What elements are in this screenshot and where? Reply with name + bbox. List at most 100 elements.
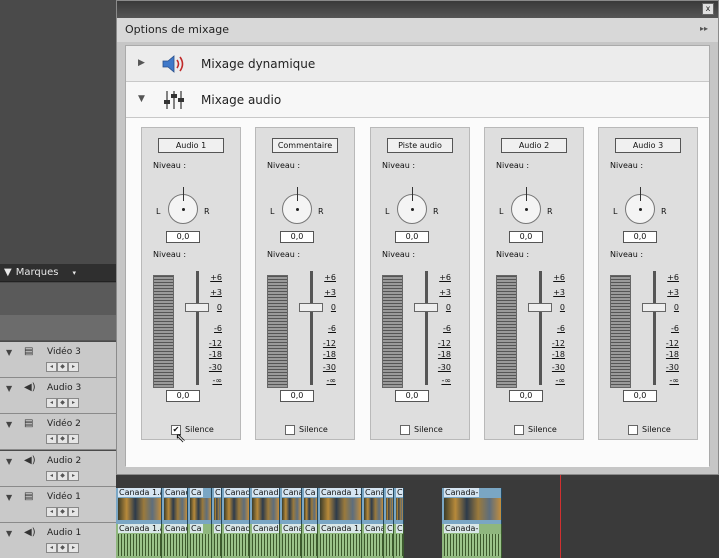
track-header[interactable]: ▼ ▤ Vidéo 3 ◂ ◆ ▸ (0, 342, 116, 378)
volume-fader-handle[interactable] (642, 303, 666, 312)
close-button[interactable]: x (702, 3, 714, 15)
pan-value-field[interactable]: 0,0 (280, 231, 314, 243)
volume-fader-track[interactable] (425, 271, 428, 385)
audio-clip[interactable]: C. (394, 524, 404, 558)
track-header[interactable]: ▼ ◀) Audio 1 ◂ ◆ ▸ (0, 523, 116, 558)
audio-clip[interactable]: Canada 1.a (116, 524, 162, 558)
audio-clip[interactable]: Canada 1.a (318, 524, 362, 558)
pan-value-field[interactable]: 0,0 (395, 231, 429, 243)
volume-value-field[interactable]: 0,0 (166, 390, 200, 402)
silence-checkbox[interactable] (400, 425, 410, 435)
track-expand-icon[interactable]: ▼ (6, 493, 12, 502)
video-clip[interactable]: Canada 1.a (116, 488, 162, 524)
audio-clip[interactable]: Ca (188, 524, 212, 558)
pan-value-field[interactable]: 0,0 (166, 231, 200, 243)
track-header[interactable]: ▼ ▤ Vidéo 1 ◂ ◆ ▸ (0, 487, 116, 523)
playhead[interactable] (560, 475, 561, 558)
video-clip[interactable]: Ca (302, 488, 318, 524)
video-clip[interactable]: Ca (188, 488, 212, 524)
volume-fader-handle[interactable] (528, 303, 552, 312)
pan-knob[interactable] (168, 187, 198, 224)
volume-value-field[interactable]: 0,0 (395, 390, 429, 402)
volume-fader-track[interactable] (196, 271, 199, 385)
add-keyframe-icon[interactable]: ◆ (57, 471, 68, 481)
panel-menu-icon[interactable]: ▸▸ (700, 24, 708, 33)
pan-knob[interactable] (282, 187, 312, 224)
video-clip[interactable]: Canad (222, 488, 250, 524)
prev-keyframe-icon[interactable]: ◂ (46, 507, 57, 517)
volume-fader-track[interactable] (539, 271, 542, 385)
video-clip[interactable]: Canada (250, 488, 280, 524)
collapse-triangle-icon[interactable]: ▼ (4, 267, 12, 278)
volume-value-field[interactable]: 0,0 (509, 390, 543, 402)
track-expand-icon[interactable]: ▼ (6, 420, 12, 429)
video-clip[interactable]: Cana (362, 488, 384, 524)
scale-label: -∞ (441, 376, 451, 385)
track-expand-icon[interactable]: ▼ (6, 384, 12, 393)
silence-checkbox[interactable] (285, 425, 295, 435)
marques-panel-header[interactable]: ▼ Marques ▾ (0, 264, 116, 282)
volume-fader-handle[interactable] (185, 303, 209, 312)
track-expand-icon[interactable]: ▼ (6, 348, 12, 357)
video-clip[interactable]: C. (384, 488, 394, 524)
add-keyframe-icon[interactable]: ◆ (57, 434, 68, 444)
audio-clip[interactable]: Cana (280, 524, 302, 558)
next-keyframe-icon[interactable]: ▸ (68, 398, 79, 408)
video-clip[interactable]: C. (394, 488, 404, 524)
add-keyframe-icon[interactable]: ◆ (57, 362, 68, 372)
mixer-sliders-icon (164, 91, 184, 109)
audio-clip[interactable]: Canad (222, 524, 250, 558)
volume-fader-track[interactable] (653, 271, 656, 385)
next-keyframe-icon[interactable]: ▸ (68, 362, 79, 372)
audio-clip[interactable]: Canad (162, 524, 188, 558)
audio-clip[interactable]: Canada (250, 524, 280, 558)
pan-knob[interactable] (397, 187, 427, 224)
add-keyframe-icon[interactable]: ◆ (57, 398, 68, 408)
track-expand-icon[interactable]: ▼ (6, 457, 12, 466)
video-clip[interactable]: Canada 1.a (318, 488, 362, 524)
section-audio-mix[interactable]: ▼ Mixage audio (126, 82, 709, 118)
next-keyframe-icon[interactable]: ▸ (68, 507, 79, 517)
track-header[interactable]: ▼ ◀) Audio 2 ◂ ◆ ▸ (0, 451, 116, 487)
add-keyframe-icon[interactable]: ◆ (57, 507, 68, 517)
prev-keyframe-icon[interactable]: ◂ (46, 362, 57, 372)
audio-clip[interactable]: Canada- (442, 524, 502, 558)
video-clip[interactable]: Cana (280, 488, 302, 524)
volume-fader-track[interactable] (310, 271, 313, 385)
add-keyframe-icon[interactable]: ◆ (57, 543, 68, 553)
audio-clip[interactable]: C. (384, 524, 394, 558)
video-clip[interactable]: Canad (162, 488, 188, 524)
prev-keyframe-icon[interactable]: ◂ (46, 543, 57, 553)
video-clip[interactable]: C. (212, 488, 222, 524)
section-dynamic-mix[interactable]: ▶ Mixage dynamique (126, 46, 709, 82)
track-expand-icon[interactable]: ▼ (6, 529, 12, 538)
next-keyframe-icon[interactable]: ▸ (68, 543, 79, 553)
volume-value-field[interactable]: 0,0 (623, 390, 657, 402)
volume-value-field[interactable]: 0,0 (280, 390, 314, 402)
video-clip[interactable]: Canada- (442, 488, 502, 524)
scale-label: -30 (208, 363, 222, 372)
pan-value-field[interactable]: 0,0 (623, 231, 657, 243)
pan-knob[interactable] (625, 187, 655, 224)
track-header[interactable]: ▼ ◀) Audio 3 ◂ ◆ ▸ (0, 378, 116, 414)
expand-arrow-icon[interactable]: ▶ (138, 58, 145, 68)
silence-label: Silence (414, 425, 443, 434)
audio-clip[interactable]: C. (212, 524, 222, 558)
volume-fader-handle[interactable] (414, 303, 438, 312)
collapse-arrow-icon[interactable]: ▼ (138, 94, 145, 104)
silence-checkbox[interactable] (628, 425, 638, 435)
dropdown-arrow-icon[interactable]: ▾ (72, 269, 76, 277)
audio-clip[interactable]: Ca (302, 524, 318, 558)
film-icon: ▤ (24, 346, 34, 357)
next-keyframe-icon[interactable]: ▸ (68, 471, 79, 481)
track-header[interactable]: ▼ ▤ Vidéo 2 ◂ ◆ ▸ (0, 414, 116, 450)
prev-keyframe-icon[interactable]: ◂ (46, 434, 57, 444)
silence-checkbox[interactable] (514, 425, 524, 435)
next-keyframe-icon[interactable]: ▸ (68, 434, 79, 444)
pan-knob[interactable] (511, 187, 541, 224)
prev-keyframe-icon[interactable]: ◂ (46, 398, 57, 408)
prev-keyframe-icon[interactable]: ◂ (46, 471, 57, 481)
volume-fader-handle[interactable] (299, 303, 323, 312)
pan-value-field[interactable]: 0,0 (509, 231, 543, 243)
audio-clip[interactable]: Cana (362, 524, 384, 558)
